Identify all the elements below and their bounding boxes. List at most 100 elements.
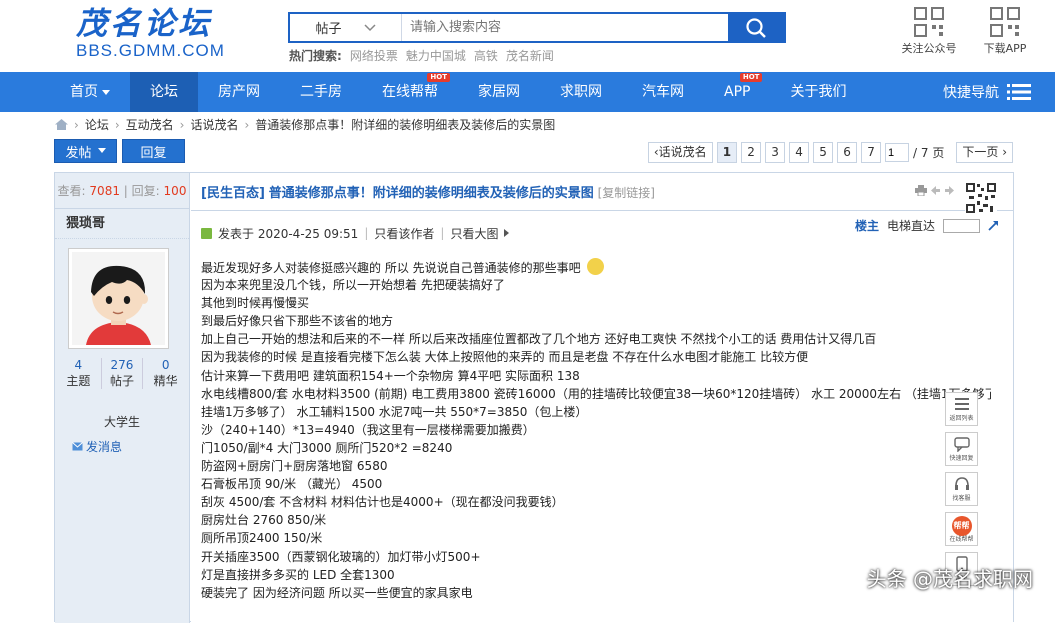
float-label: 在线帮帮 bbox=[949, 536, 974, 543]
page-link[interactable]: 6 bbox=[837, 142, 858, 163]
online-help-button[interactable]: 帮帮 在线帮帮 bbox=[945, 512, 978, 546]
nav-item-home[interactable]: 首页 bbox=[50, 72, 130, 112]
floating-toolbar: 返回列表 快速回复 找客服 帮帮 在线帮帮 APP bbox=[945, 392, 978, 592]
caret-down-icon bbox=[97, 148, 106, 153]
list-icon bbox=[954, 398, 969, 410]
nav-item-forum[interactable]: 论坛 bbox=[130, 72, 198, 112]
pagination: ‹话说茂名 1 2 3 4 5 6 7 / 7 页 下一页 › bbox=[647, 142, 1013, 163]
quick-reply-button[interactable]: 快速回复 bbox=[945, 432, 978, 466]
download-app-button[interactable]: 下载APP bbox=[975, 6, 1035, 56]
only-author-link[interactable]: 只看该作者 bbox=[374, 225, 434, 242]
nav-label: 房产网 bbox=[218, 84, 260, 100]
content-line: 沙（240+140）*13=4940（我这里有一层楼梯需要加搬费） bbox=[201, 422, 535, 437]
nav-item-second-hand[interactable]: 二手房 bbox=[280, 72, 362, 112]
jump-arrow-icon[interactable] bbox=[988, 220, 999, 231]
qr-code-icon bbox=[990, 7, 1020, 37]
main-nav: 首页 论坛 房产网 二手房 在线帮帮 HOT 家居网 求职网 汽车网 APP HOT… bbox=[0, 72, 1055, 112]
thread-stats: 查看: 7081 | 回复: 100 bbox=[55, 173, 189, 209]
thread-category[interactable]: [民生百态] bbox=[201, 186, 265, 201]
page-link[interactable]: 7 bbox=[861, 142, 882, 163]
nav-label: 求职网 bbox=[560, 84, 602, 100]
content-line: 石膏板吊顶 90/米 （藏光） 4500 bbox=[201, 477, 383, 492]
hot-search-item[interactable]: 茂名新闻 bbox=[506, 47, 554, 64]
content-line: 因为本来兜里没几个钱，所以一开始想着 先把硬装搞好了 bbox=[201, 278, 505, 293]
breadcrumb-board[interactable]: 话说茂名 bbox=[190, 116, 238, 133]
back-to-list-button[interactable]: 返回列表 bbox=[945, 392, 978, 426]
quick-nav-button[interactable]: 快捷导航 bbox=[943, 72, 1031, 112]
post-container: 查看: 7081 | 回复: 100 猥琐哥 4 主题 276 帖子 0 精华 … bbox=[54, 172, 1014, 623]
back-to-board-link[interactable]: ‹话说茂名 bbox=[647, 142, 713, 163]
search-type-select[interactable]: 帖子 bbox=[290, 14, 402, 41]
stats-divider: | bbox=[123, 184, 128, 198]
hot-search-item[interactable]: 网络投票 bbox=[350, 47, 398, 64]
page-link[interactable]: 4 bbox=[789, 142, 810, 163]
send-message-link[interactable]: 发消息 bbox=[72, 438, 189, 455]
site-logo[interactable]: 茂名论坛 BBS.GDMM.COM bbox=[76, 6, 236, 60]
author-stat-posts[interactable]: 276 帖子 bbox=[100, 358, 143, 389]
help-badge: 帮帮 bbox=[951, 516, 972, 536]
download-app-label: 下载APP bbox=[983, 42, 1027, 55]
author-stat-digest[interactable]: 0 精华 bbox=[154, 358, 178, 389]
next-page-button[interactable]: 下一页 › bbox=[956, 142, 1013, 163]
nav-item-jobs[interactable]: 求职网 bbox=[540, 72, 622, 112]
title-tools bbox=[915, 185, 955, 196]
nav-label: APP bbox=[724, 84, 751, 100]
content-line: 厕所吊顶2400 150/米 bbox=[201, 531, 323, 546]
float-label: 返回列表 bbox=[949, 415, 974, 422]
hot-search: 热门搜索: 网络投票 魅力中国城 高铁 茂名新闻 bbox=[289, 47, 554, 64]
copy-link-button[interactable]: [复制链接] bbox=[598, 186, 655, 200]
reply-button[interactable]: 回复 bbox=[122, 139, 185, 163]
breadcrumb-thread[interactable]: 普通装修那点事！附详细的装修明细表及装修后的实景图 bbox=[255, 116, 555, 133]
float-label: 找客服 bbox=[952, 495, 971, 502]
page-link[interactable]: 1 bbox=[716, 142, 738, 163]
nav-item-house[interactable]: 房产网 bbox=[198, 72, 280, 112]
content-line: 防盗网+厨房门+厨房落地窗 6580 bbox=[201, 459, 388, 474]
nav-item-about[interactable]: 关于我们 bbox=[770, 72, 866, 112]
hot-search-item[interactable]: 高铁 bbox=[474, 47, 498, 64]
page-total: / 7 页 bbox=[913, 146, 945, 160]
page-jump-input[interactable] bbox=[885, 143, 910, 162]
customer-service-button[interactable]: 找客服 bbox=[945, 472, 978, 506]
author-name[interactable]: 猥琐哥 bbox=[55, 209, 189, 239]
avatar[interactable] bbox=[68, 248, 169, 349]
page-link[interactable]: 2 bbox=[741, 142, 762, 163]
nav-item-online-help[interactable]: 在线帮帮 HOT bbox=[362, 72, 458, 112]
hot-badge: HOT bbox=[427, 73, 450, 82]
breadcrumb-separator: › bbox=[179, 117, 185, 132]
emoji-icon bbox=[586, 258, 604, 275]
caret-down-icon bbox=[102, 90, 110, 95]
large-image-link[interactable]: 只看大图 bbox=[450, 225, 498, 242]
chevron-down-icon bbox=[363, 23, 376, 31]
prev-thread-icon[interactable] bbox=[930, 185, 941, 196]
breadcrumb-separator: › bbox=[244, 117, 250, 132]
nav-item-home-deco[interactable]: 家居网 bbox=[458, 72, 540, 112]
page-link[interactable]: 3 bbox=[765, 142, 786, 163]
watermark: 头条 @茂名求职网 bbox=[866, 567, 1033, 591]
logo-sub-text: BBS.GDMM.COM bbox=[76, 41, 225, 60]
float-label: 快速回复 bbox=[949, 455, 974, 462]
content-line: 门1050/副*4 大门3000 厕所门520*2 =8240 bbox=[201, 440, 453, 455]
new-post-button[interactable]: 发帖 bbox=[54, 139, 117, 163]
post-main: [民生百态] 普通装修那点事！附详细的装修明细表及装修后的实景图 [复制链接] bbox=[191, 173, 1013, 623]
comment-icon bbox=[953, 437, 970, 453]
author-stat-threads[interactable]: 4 主题 bbox=[66, 358, 90, 389]
next-thread-icon[interactable] bbox=[944, 185, 955, 196]
content-line: 加上自己一开始的想法和后来的不一样 所以后来改插座位置都改了几个地方 还好电工爽… bbox=[201, 332, 877, 347]
views-count: 7081 bbox=[89, 184, 120, 198]
search-input[interactable] bbox=[402, 14, 728, 41]
breadcrumb-forum[interactable]: 论坛 bbox=[85, 116, 109, 133]
page-link[interactable]: 5 bbox=[813, 142, 834, 163]
nav-item-auto[interactable]: 汽车网 bbox=[622, 72, 704, 112]
breadcrumb-interactive[interactable]: 互动茂名 bbox=[126, 116, 174, 133]
home-icon[interactable] bbox=[55, 119, 68, 130]
content-line: 到最后好像只省下那些不该省的地方 bbox=[201, 314, 394, 329]
content-text: 最近发现好多人对装修挺感兴趣的 所以 先说说自己普通装修的那些事吧 bbox=[201, 261, 581, 275]
elevator-input[interactable] bbox=[943, 218, 980, 233]
search-button[interactable] bbox=[728, 14, 784, 41]
follow-wechat-button[interactable]: 关注公众号 bbox=[899, 6, 959, 56]
print-icon[interactable] bbox=[915, 185, 927, 196]
envelope-icon bbox=[72, 442, 83, 451]
nav-item-app[interactable]: APP HOT bbox=[704, 72, 770, 112]
thread-qr-code-icon[interactable] bbox=[965, 182, 997, 214]
hot-search-item[interactable]: 魅力中国城 bbox=[406, 47, 466, 64]
